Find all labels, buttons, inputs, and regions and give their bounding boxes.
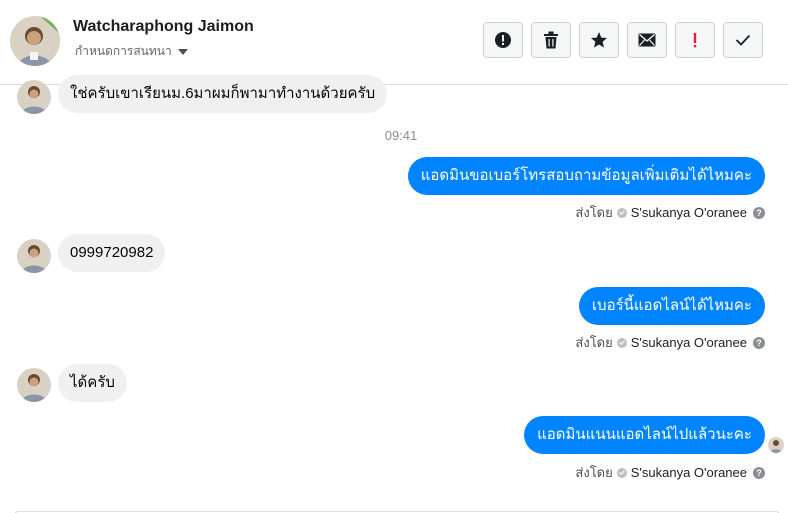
sent-by-label: ส่งโดย bbox=[575, 205, 613, 220]
sender-avatar bbox=[17, 80, 51, 114]
exclamation-icon bbox=[693, 33, 697, 48]
conversation-toolbar bbox=[483, 22, 763, 58]
sent-by-label: ส่งโดย bbox=[575, 335, 613, 350]
conversation-header: Watcharaphong Jaimon กำหนดการสนทนา bbox=[0, 0, 788, 85]
message-bubble-incoming: ใช่ครับเขาเรียนม.6มาผมก็พามาทำงานด้วยครั… bbox=[58, 75, 388, 113]
sender-avatar bbox=[17, 239, 51, 273]
check-badge-icon bbox=[616, 337, 627, 348]
contact-name[interactable]: Watcharaphong Jaimon bbox=[73, 18, 254, 36]
message-bubble-incoming: ได้ครับ bbox=[58, 364, 127, 402]
contact-avatar[interactable] bbox=[10, 16, 60, 66]
mail-icon bbox=[638, 33, 656, 47]
trash-icon bbox=[544, 31, 558, 49]
caret-down-icon bbox=[177, 48, 188, 55]
check-icon bbox=[735, 34, 751, 46]
assign-conversation-dropdown[interactable]: กำหนดการสนทนา bbox=[75, 42, 188, 61]
sent-by-info: ส่งโดย S'sukanya O'oranee ? bbox=[575, 462, 765, 483]
help-icon[interactable]: ? bbox=[753, 336, 765, 349]
sent-by-label: ส่งโดย bbox=[575, 465, 613, 480]
sent-by-info: ส่งโดย S'sukanya O'oranee ? bbox=[575, 332, 765, 353]
check-badge-icon bbox=[616, 207, 627, 218]
report-button[interactable] bbox=[483, 22, 523, 58]
message-bubble-outgoing: แอดมินแนนแอดไลน์ไปแล้วนะคะ bbox=[524, 416, 765, 454]
mark-spam-button[interactable] bbox=[675, 22, 715, 58]
mark-done-button[interactable] bbox=[723, 22, 763, 58]
message-bubble-outgoing: แอดมินขอเบอร์โทรสอบถามข้อมูลเพิ่มเติมได้… bbox=[407, 157, 765, 195]
mark-unread-button[interactable] bbox=[627, 22, 667, 58]
alert-circle-icon bbox=[495, 32, 511, 48]
sent-by-name: S'sukanya O'oranee bbox=[630, 465, 747, 480]
message-bubble-incoming: 0999720982 bbox=[58, 234, 166, 272]
help-icon[interactable]: ? bbox=[753, 466, 765, 479]
assign-conversation-label: กำหนดการสนทนา bbox=[75, 44, 172, 58]
delete-button[interactable] bbox=[531, 22, 571, 58]
check-badge-icon bbox=[616, 467, 627, 478]
sent-by-name: S'sukanya O'oranee bbox=[630, 335, 747, 350]
sent-by-info: ส่งโดย S'sukanya O'oranee ? bbox=[575, 202, 765, 223]
star-icon bbox=[591, 32, 607, 48]
sent-by-name: S'sukanya O'oranee bbox=[630, 205, 747, 220]
message-timestamp: 09:41 bbox=[384, 128, 418, 143]
message-bubble-outgoing: เบอร์นี้แอดไลน์ได้ไหมคะ bbox=[578, 287, 765, 325]
star-button[interactable] bbox=[579, 22, 619, 58]
seen-avatar bbox=[768, 437, 784, 453]
sender-avatar bbox=[17, 368, 51, 402]
help-icon[interactable]: ? bbox=[753, 206, 765, 219]
